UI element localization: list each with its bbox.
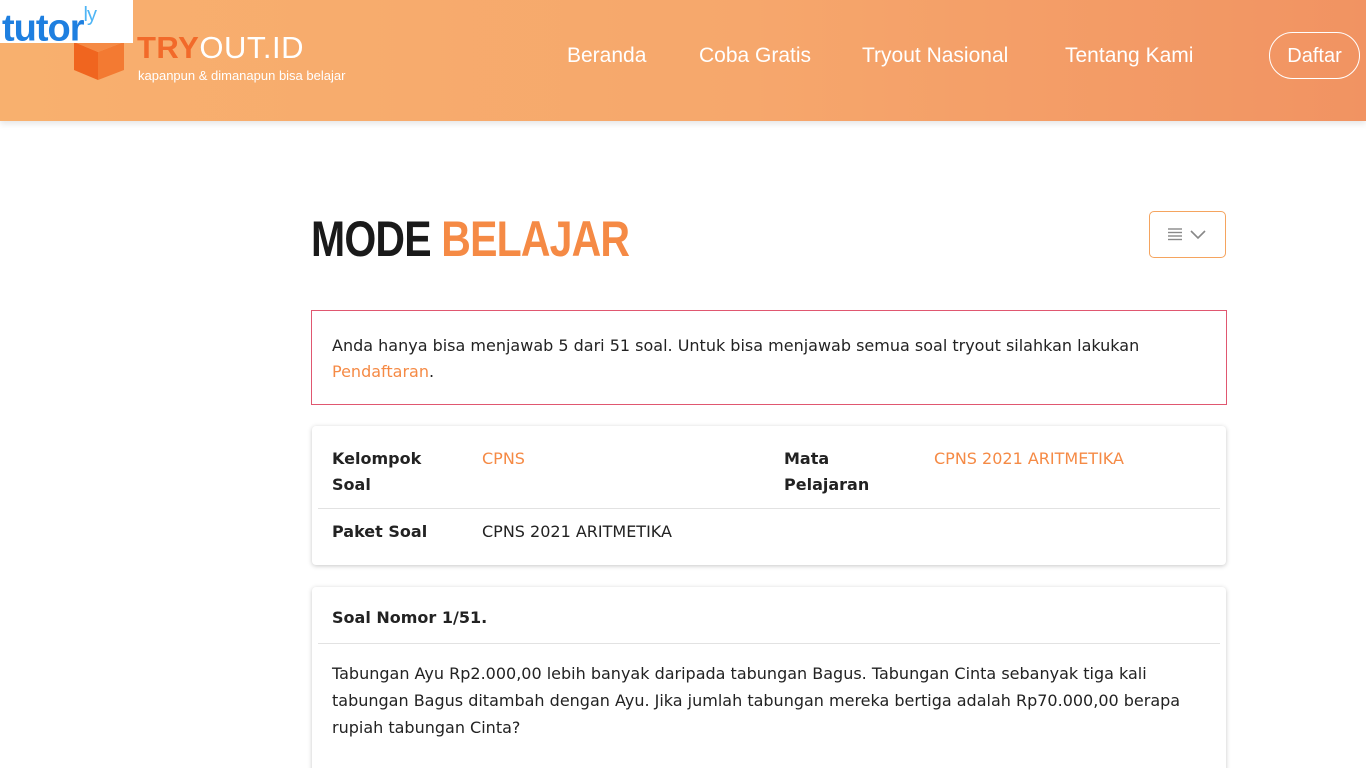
brand-accent: TRY — [137, 30, 200, 65]
brand-rest: OUT.ID — [199, 30, 304, 65]
page-title: MODE BELAJAR — [311, 210, 630, 268]
register-button[interactable]: Daftar — [1269, 32, 1360, 79]
question-number: Soal Nomor 1/51. — [332, 608, 488, 627]
kelompok-soal-label: Kelompok Soal — [332, 449, 422, 494]
paket-soal-value: CPNS 2021 ARITMETIKA — [482, 522, 672, 541]
list-icon — [1167, 227, 1182, 240]
chevron-down-icon — [1189, 229, 1206, 239]
register-link[interactable]: Pendaftaran — [332, 362, 429, 381]
limit-alert: Anda hanya bisa menjawab 5 dari 51 soal.… — [311, 310, 1227, 405]
alert-text: Anda hanya bisa menjawab 5 dari 51 soal.… — [332, 336, 1140, 355]
brand-name[interactable]: TRYOUT.ID — [137, 30, 304, 66]
nav-tryout-nasional[interactable]: Tryout Nasional — [862, 44, 1008, 68]
kelompok-soal-value: CPNS — [482, 449, 525, 468]
question-text: Tabungan Ayu Rp2.000,00 lebih banyak dar… — [332, 664, 1181, 737]
divider — [318, 508, 1220, 509]
page-title-part1: MODE — [311, 211, 432, 267]
watermark-logo: tutorly — [0, 0, 133, 50]
question-menu-button[interactable] — [1149, 211, 1226, 258]
divider — [318, 643, 1220, 644]
header: TRYOUT.ID kapanpun & dimanapun bisa bela… — [0, 0, 1366, 121]
nav-tentang-kami[interactable]: Tentang Kami — [1065, 44, 1193, 68]
question-info-card: Kelompok Soal CPNS Mata Pelajaran CPNS 2… — [312, 426, 1226, 565]
paket-soal-label: Paket Soal — [332, 522, 428, 541]
mata-pelajaran-label: Mata Pelajaran — [784, 449, 870, 494]
nav-coba-gratis[interactable]: Coba Gratis — [699, 44, 811, 68]
page-title-part2: BELAJAR — [441, 211, 630, 267]
mata-pelajaran-value: CPNS 2021 ARITMETIKA — [934, 449, 1124, 468]
nav-beranda[interactable]: Beranda — [567, 44, 646, 68]
question-card: Soal Nomor 1/51. Tabungan Ayu Rp2.000,00… — [312, 587, 1226, 768]
tagline: kapanpun & dimanapun bisa belajar — [138, 68, 346, 83]
